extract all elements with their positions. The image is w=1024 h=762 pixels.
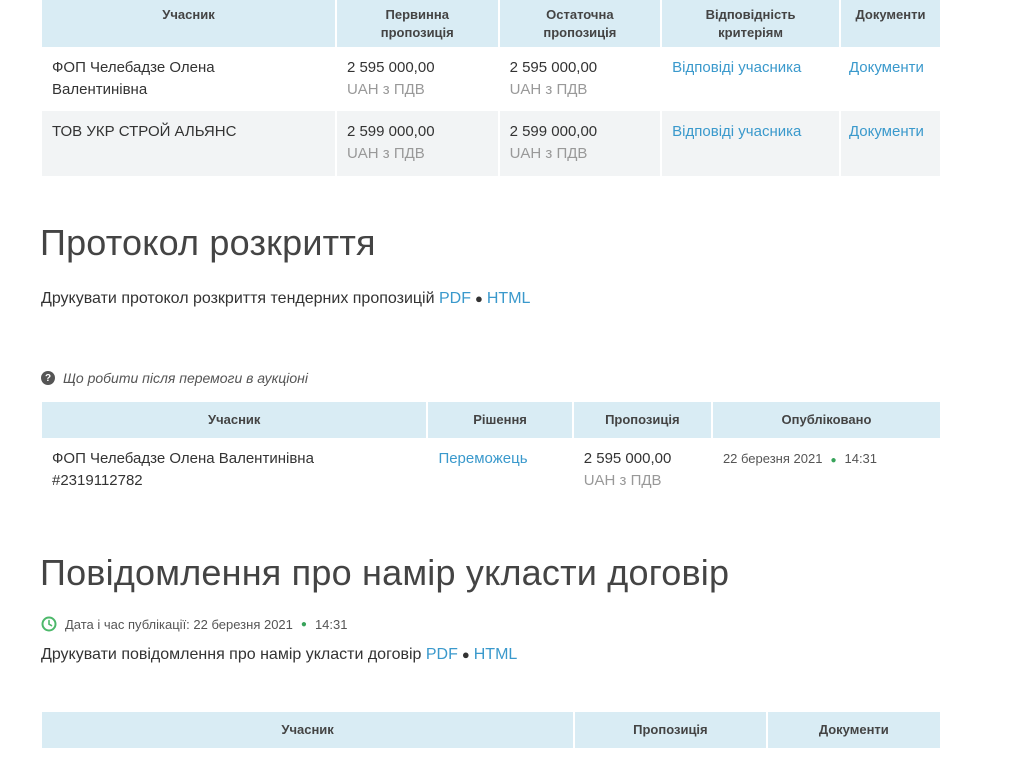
col-initial-offer: Первинна пропозиція: [336, 0, 498, 47]
initial-offer: 2 595 000,00 UAH з ПДВ: [346, 59, 435, 98]
auction-help-text: Що робити після перемоги в аукціоні: [63, 370, 308, 386]
col-offer: Пропозиція: [575, 712, 766, 748]
table-row: ТОВ УКР СТРОЙ АЛЬЯНС 2 599 000,00 UAH з П…: [42, 111, 940, 176]
question-icon: ?: [41, 371, 55, 385]
separator-dot: ●: [461, 647, 470, 662]
protocol-print-text: Друкувати протокол розкриття тендерних п…: [41, 290, 435, 307]
protocol-title: Протокол розкриття: [40, 222, 376, 263]
bids-table-header: Учасник Первинна пропозиція Остаточна проп…: [42, 0, 940, 47]
auction-help-link[interactable]: ? Що робити після перемоги в аукціоні: [41, 370, 308, 386]
col-published: Опубліковано: [712, 402, 940, 438]
intent-pdf-link[interactable]: PDF: [426, 646, 458, 663]
contract-table-header: Учасник Пропозиція Документи: [42, 712, 940, 748]
col-documents: Документи: [767, 712, 940, 748]
answers-link[interactable]: Відповіді учасника: [672, 123, 801, 140]
table-row: ФОП Челебадзе Олена Валентинівна #2319112…: [42, 438, 940, 492]
separator-dot: ●: [475, 291, 483, 306]
intent-html-link[interactable]: HTML: [474, 646, 518, 663]
protocol-print-line: Друкувати протокол розкриття тендерних п…: [41, 290, 530, 308]
table-row: ФОП Челебадзе Олена Валентинівна 2 595 00…: [42, 47, 940, 111]
documents-link[interactable]: Документи: [849, 59, 924, 76]
publication-label: Дата і час публікації: 22 березня 2021: [65, 616, 293, 632]
col-documents: Документи: [840, 0, 940, 47]
winner-name: ФОП Челебадзе Олена Валентинівна #2319112…: [52, 450, 314, 489]
winner-published: 22 березня 2021 ● 14:31: [722, 451, 878, 466]
publication-time: 14:31: [314, 616, 348, 632]
winner-offer: 2 595 000,00 UAH з ПДВ: [583, 450, 672, 489]
initial-offer: 2 599 000,00 UAH з ПДВ: [336, 111, 498, 176]
intent-print-text: Друкувати повідомлення про намір укласти…: [41, 646, 422, 663]
col-decision: Рішення: [428, 402, 572, 438]
participant-name: ФОП Челебадзе Олена Валентинівна: [52, 59, 215, 98]
separator-dot: ●: [300, 618, 307, 630]
protocol-html-link[interactable]: HTML: [487, 290, 531, 307]
col-offer: Пропозиція: [573, 402, 711, 438]
intent-title: Повідомлення про намір укласти договір: [40, 552, 730, 593]
publication-date: Дата і час публікації: 22 березня 2021 ●…: [41, 616, 348, 632]
participant-name: ТОВ УКР СТРОЙ АЛЬЯНС: [42, 111, 335, 176]
protocol-pdf-link[interactable]: PDF: [439, 290, 471, 307]
winner-table: Учасник Рішення Пропозиція Опубліковано …: [40, 402, 942, 492]
col-criteria: Відповідність критеріям: [662, 0, 839, 47]
final-offer: 2 599 000,00 UAH з ПДВ: [499, 111, 661, 176]
col-final-offer: Остаточна пропозиція: [499, 0, 661, 47]
answers-link[interactable]: Відповіді учасника: [672, 59, 801, 76]
col-participant: Учасник: [42, 402, 427, 438]
final-offer: 2 595 000,00 UAH з ПДВ: [509, 59, 598, 98]
bids-table: Учасник Первинна пропозиція Остаточна проп…: [40, 0, 942, 176]
col-participant: Учасник: [42, 0, 335, 47]
contract-table: Учасник Пропозиція Документи: [40, 712, 942, 748]
winner-table-header: Учасник Рішення Пропозиція Опубліковано: [42, 402, 940, 438]
col-participant: Учасник: [42, 712, 574, 748]
intent-print-line: Друкувати повідомлення про намір укласти…: [41, 646, 517, 664]
clock-icon: [41, 616, 57, 632]
documents-link[interactable]: Документи: [849, 123, 924, 140]
winner-decision-link[interactable]: Переможець: [438, 450, 527, 467]
